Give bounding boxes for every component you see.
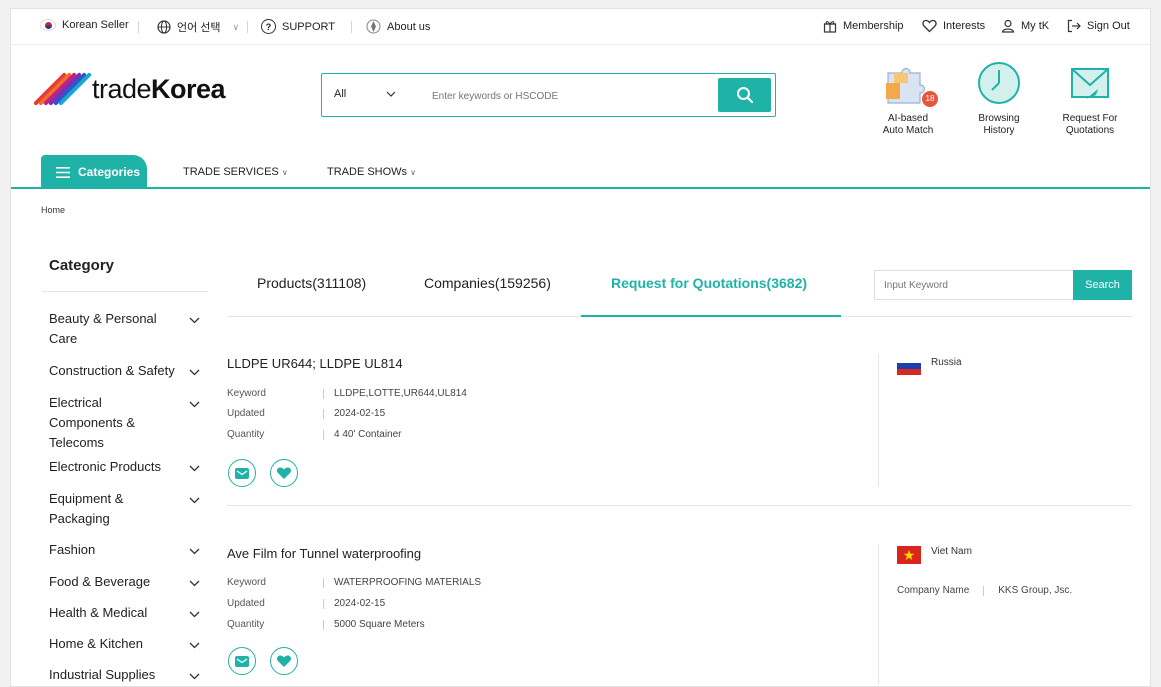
rfq-title[interactable]: LLDPE UR644; LLDPE UL814 [227, 356, 403, 371]
chevron-down-icon[interactable] [189, 497, 200, 504]
sidebar-item-health[interactable]: Health & Medical [49, 603, 199, 623]
puzzle-icon: 18 [884, 59, 938, 107]
chevron-down-icon[interactable] [189, 465, 200, 472]
chevron-down-icon[interactable] [189, 317, 200, 324]
sidebar-item-fashion[interactable]: Fashion [49, 540, 199, 560]
rfq-title[interactable]: Ave Film for Tunnel waterproofing [227, 546, 421, 561]
sidebar-item-electronic[interactable]: Electronic Products [49, 457, 199, 477]
categories-button[interactable]: Categories [41, 155, 147, 189]
ai-match-badge: 18 [922, 91, 938, 107]
chevron-down-icon[interactable] [189, 401, 200, 408]
page: Korean Seller 언어 선택 ∨ ? SUPPORT About us… [10, 8, 1151, 687]
tab-products[interactable]: Products(311108) [257, 275, 366, 291]
rfq-country: ★ Viet Nam [897, 546, 972, 564]
my-tk-link[interactable]: My tK [1001, 19, 1049, 33]
chevron-down-icon: ∨ [281, 168, 288, 177]
search-button[interactable] [718, 78, 771, 112]
top-utility-bar: Korean Seller 언어 선택 ∨ ? SUPPORT About us… [11, 9, 1150, 45]
chevron-down-icon[interactable] [189, 673, 200, 680]
column-divider [878, 544, 879, 684]
tab-request-for-quotations[interactable]: Request for Quotations(3682) [611, 275, 807, 291]
keyword-search-input[interactable] [874, 270, 1074, 300]
request-for-quotations-link[interactable]: Request For Quotations [1050, 59, 1130, 137]
trade-shows-menu[interactable]: TRADE SHOWs ∨ [327, 166, 416, 178]
search-icon [736, 87, 753, 104]
sidebar-item-equipment[interactable]: Equipment & Packaging [49, 489, 159, 529]
tab-companies[interactable]: Companies(159256) [424, 275, 551, 291]
envelope-icon [1066, 59, 1114, 107]
add-interest-button[interactable] [270, 459, 298, 487]
send-inquiry-button[interactable] [228, 459, 256, 487]
chevron-down-icon[interactable] [189, 369, 200, 376]
chevron-down-icon: ∨ [410, 168, 416, 177]
korean-seller-link[interactable]: Korean Seller [40, 19, 129, 31]
logo-text: tradeKorea [92, 73, 226, 104]
heart-plus-icon [276, 655, 292, 667]
vietnam-flag-icon: ★ [897, 546, 921, 564]
clock-icon [975, 59, 1023, 107]
sidebar-item-industrial[interactable]: Industrial Supplies [49, 665, 199, 685]
chevron-down-icon: ∨ [232, 21, 240, 32]
about-us-link[interactable]: About us [366, 19, 430, 34]
rfq-keyword-row: Keyword WATERPROOFING MATERIALS [227, 577, 482, 588]
sidebar-item-beauty[interactable]: Beauty & Personal Care [49, 309, 184, 349]
tradekorea-logo[interactable]: tradeKorea [33, 71, 226, 107]
sidebar-item-electrical[interactable]: Electrical Components & Telecoms [49, 393, 159, 453]
hamburger-icon [56, 166, 70, 178]
rfq-updated-row: Updated 2024-02-15 [227, 408, 386, 419]
interests-link[interactable]: Interests [922, 19, 985, 33]
rfq-quantity-row: Quantity 4 40' Container [227, 429, 402, 440]
rfq-country: Russia [897, 357, 962, 375]
browsing-history-link[interactable]: Browsing History [959, 59, 1039, 137]
korea-flag-icon [40, 19, 56, 31]
heart-plus-icon [276, 467, 292, 479]
sign-out-icon [1067, 19, 1081, 33]
search-category-select[interactable]: All [334, 88, 396, 100]
support-link[interactable]: ? SUPPORT [261, 19, 335, 34]
rfq-keyword-row: Keyword LLDPE,LOTTE,UR644,UL814 [227, 388, 467, 399]
logo-mark-icon [33, 71, 92, 107]
active-tab-indicator [581, 315, 841, 317]
language-select[interactable]: 언어 선택 ∨ [157, 19, 239, 35]
chevron-down-icon[interactable] [189, 642, 200, 649]
sidebar-divider [42, 291, 208, 292]
rfq-updated-row: Updated 2024-02-15 [227, 598, 386, 609]
keyword-search-button[interactable]: Search [1073, 270, 1132, 300]
rfq-company-name: Company Name KKS Group, Jsc. [897, 585, 1073, 596]
row-divider [227, 505, 1132, 506]
search-input[interactable] [432, 86, 692, 106]
heart-icon [922, 19, 937, 33]
main-nav: Categories TRADE SERVICES ∨ TRADE SHOWs … [11, 155, 1150, 189]
chevron-down-icon[interactable] [189, 548, 200, 555]
russia-flag-icon [897, 357, 921, 375]
sign-out-link[interactable]: Sign Out [1067, 19, 1130, 33]
question-icon: ? [261, 19, 276, 34]
add-interest-button[interactable] [270, 647, 298, 675]
breadcrumb[interactable]: Home [41, 205, 65, 215]
mail-icon [235, 467, 249, 479]
sidebar-item-construction[interactable]: Construction & Safety [49, 361, 199, 381]
chevron-down-icon[interactable] [189, 611, 200, 618]
compass-icon [366, 19, 381, 34]
rfq-quantity-row: Quantity 5000 Square Meters [227, 619, 425, 630]
chevron-down-icon [386, 91, 396, 97]
send-inquiry-button[interactable] [228, 647, 256, 675]
membership-link[interactable]: Membership [823, 19, 904, 33]
mail-icon [235, 655, 249, 667]
globe-icon [157, 20, 171, 34]
column-divider [878, 354, 879, 487]
sidebar-item-food[interactable]: Food & Beverage [49, 572, 199, 592]
trade-services-menu[interactable]: TRADE SERVICES ∨ [183, 166, 288, 178]
gift-icon [823, 21, 837, 33]
user-icon [1001, 19, 1015, 33]
ai-auto-match-link[interactable]: 18 AI-based Auto Match [868, 59, 948, 137]
chevron-down-icon[interactable] [189, 580, 200, 587]
category-heading: Category [49, 257, 115, 274]
main-search-bar: All [321, 73, 776, 117]
sidebar-item-home[interactable]: Home & Kitchen [49, 634, 199, 654]
